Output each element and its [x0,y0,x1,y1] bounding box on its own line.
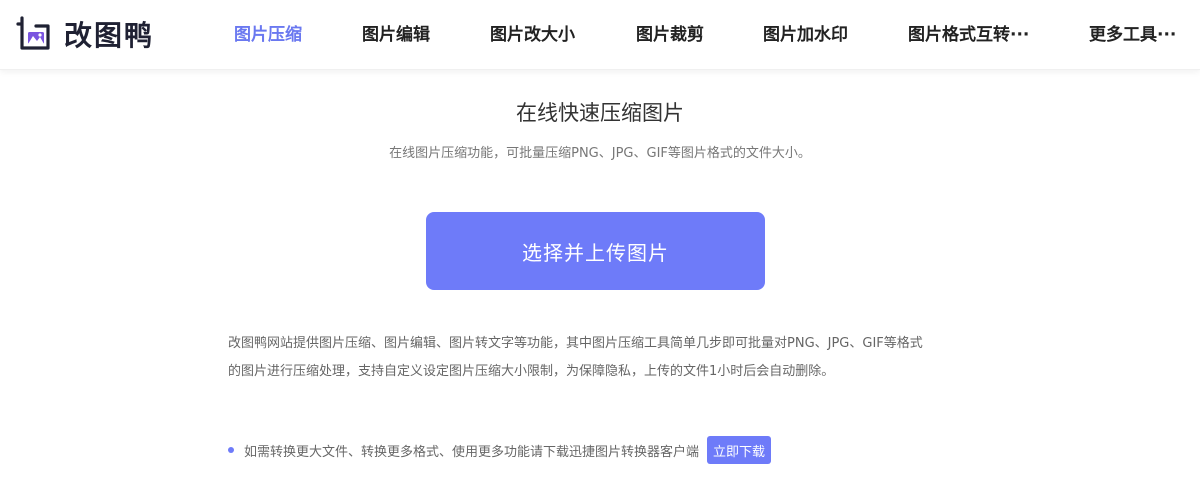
brand-name: 改图鸭 [64,19,155,52]
feature-description: 改图鸭网站提供图片压缩、图片编辑、图片转文字等功能，其中图片压缩工具简单几步即可… [228,330,988,386]
download-tip-text: 如需转换更大文件、转换更多格式、使用更多功能请下载迅捷图片转换器客户端 [244,444,700,460]
bullet-dot-icon [228,447,234,453]
nav-image-format-convert[interactable]: 图片格式互转··· [908,22,1029,48]
upload-image-button[interactable]: 选择并上传图片 [426,212,765,290]
nav-image-resize[interactable]: 图片改大小 [490,22,575,48]
nav-image-compress[interactable]: 图片压缩 [234,22,302,48]
nav-more-tools[interactable]: 更多工具··· [1089,22,1176,48]
description-line: 改图鸭网站提供图片压缩、图片编辑、图片转文字等功能，其中图片压缩工具简单几步即可… [228,336,923,351]
page-title: 在线快速压缩图片 [516,101,684,125]
top-header: 改图鸭 图片压缩 图片编辑 图片改大小 图片裁剪 图片加水印 图片格式互转···… [0,0,1200,70]
download-tip: 如需转换更大文件、转换更多格式、使用更多功能请下载迅捷图片转换器客户端 立即下载 [228,436,772,464]
nav-image-edit[interactable]: 图片编辑 [362,22,430,48]
nav-image-crop[interactable]: 图片裁剪 [636,22,704,48]
brand-logo[interactable]: 改图鸭 [14,14,154,54]
logo-image-icon [16,16,50,50]
download-now-button[interactable]: 立即下载 [707,436,772,464]
description-line: 的图片进行压缩处理，支持自定义设定图片压缩大小限制，为保障隐私，上传的文件1小时… [228,364,835,379]
page-subtitle: 在线图片压缩功能，可批量压缩PNG、JPG、GIF等图片格式的文件大小。 [389,146,811,161]
nav-image-watermark[interactable]: 图片加水印 [763,22,848,48]
